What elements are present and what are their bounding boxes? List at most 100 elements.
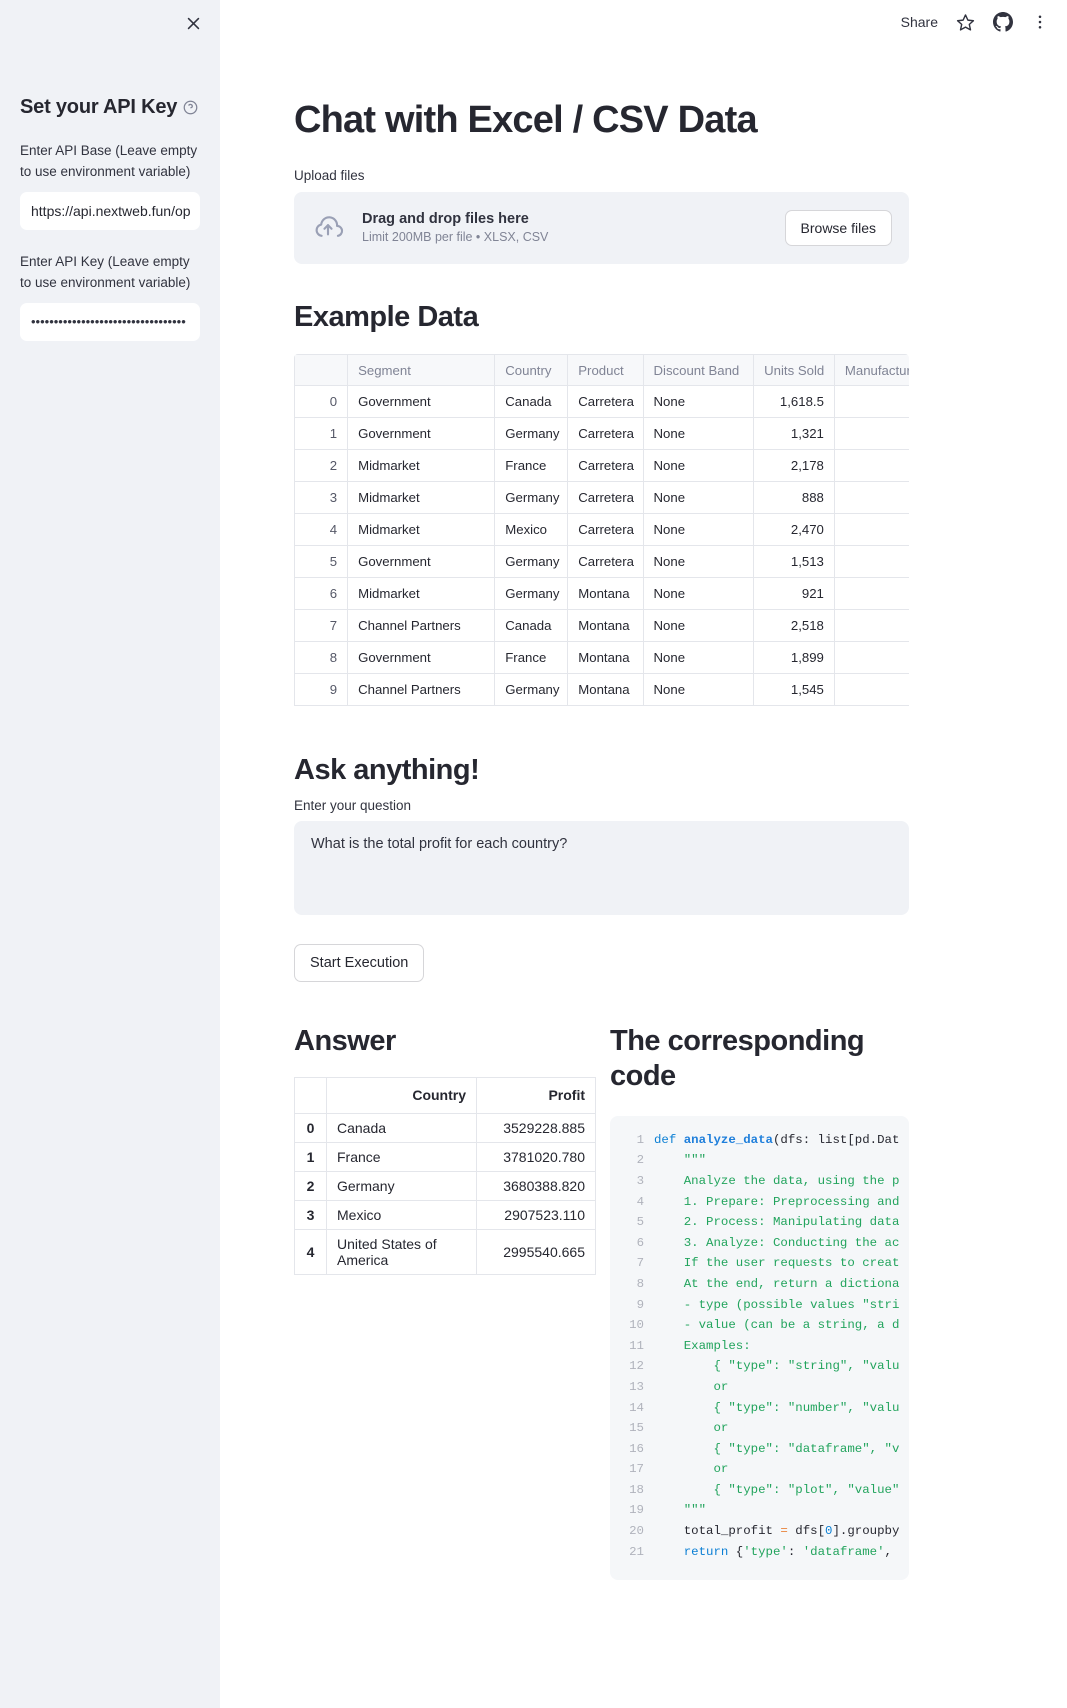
cell-segment: Midmarket [347,481,496,515]
code-line: 14 { "type": "number", "valu [610,1398,909,1419]
col-country[interactable]: Country [494,354,569,387]
answer-cell-profit: 2995540.665 [476,1228,596,1275]
cell-units-sold: 1,545 [753,673,835,707]
col-segment[interactable]: Segment [347,354,496,387]
code-block[interactable]: 1 def analyze_data(dfs: list[pd.Dat 2 """ 3… [610,1115,909,1581]
code-line: 7 If the user requests to creat [610,1253,909,1274]
line-number: 2 [636,1153,644,1168]
cell-manufacturing-price: 5 [833,641,909,675]
more-vertical-icon[interactable] [1031,13,1049,31]
file-dropzone[interactable]: Drag and drop files here Limit 200MB per… [294,191,909,264]
cell-segment: Government [347,417,496,451]
code-line: 19 """ [610,1500,909,1521]
cell-manufacturing-price: 3 [833,449,909,483]
example-header-row: Segment Country Product Discount Band Un… [294,354,909,387]
sidebar-title-text: Set your API Key [20,96,178,118]
line-number: 1 [636,1132,644,1147]
answer-cell-country: Mexico [326,1199,477,1230]
code-line: 21 return {'type': 'dataframe', [610,1542,909,1563]
row-index: 2 [294,449,349,483]
cell-country: Canada [494,609,569,643]
cell-units-sold: 1,618.5 [753,385,835,419]
col-discount-band[interactable]: Discount Band [642,354,755,387]
line-number: 18 [629,1482,644,1497]
cell-manufacturing-price: 3 [833,417,909,451]
answer-cell-country: United States of America [326,1228,477,1275]
code-line: 5 2. Process: Manipulating data [610,1212,909,1233]
row-index: 9 [294,673,349,707]
question-label: Enter your question [294,798,412,814]
line-number: 4 [636,1194,644,1209]
code-line: 2 """ [610,1150,909,1171]
example-data-table-container[interactable]: Segment Country Product Discount Band Un… [294,354,909,717]
github-icon[interactable] [993,12,1013,32]
start-execution-button[interactable]: Start Execution [294,944,425,983]
table-row: 3 Mexico 2907523.110 [294,1199,596,1230]
col-manufacturing-price[interactable]: Manufacturing Price [833,354,909,387]
api-key-input[interactable]: •••••••••••••••••••••••••••••••••• [20,302,200,341]
answer-cell-profit: 2907523.110 [476,1199,596,1230]
cell-country: Germany [494,545,569,579]
cell-units-sold: 1,899 [753,641,835,675]
row-index: 7 [294,609,349,643]
sidebar-title: Set your API Key [20,96,200,119]
cell-product: Montana [567,609,644,643]
cell-units-sold: 888 [753,481,835,515]
star-icon[interactable] [956,13,975,32]
col-product[interactable]: Product [567,354,644,387]
answer-row-index: 3 [294,1199,327,1230]
table-row: 9 Channel Partners Germany Montana None 1,545… [294,673,909,707]
answer-col-profit[interactable]: Profit [476,1076,596,1114]
help-circle-icon[interactable] [183,100,198,115]
cell-manufacturing-price: 5 [833,609,909,643]
line-number: 13 [629,1379,644,1394]
answer-cell-profit: 3680388.820 [476,1170,596,1201]
cell-discount-band: None [642,545,755,579]
cell-manufacturing-price: 3 [833,481,909,515]
answer-col-country[interactable]: Country [326,1076,477,1114]
close-icon[interactable] [178,8,208,38]
code-line: 6 3. Analyze: Conducting the ac [610,1233,909,1254]
line-number: 3 [636,1173,644,1188]
cell-discount-band: None [642,385,755,419]
cell-units-sold: 1,513 [753,545,835,579]
line-number: 12 [629,1359,644,1374]
line-number: 17 [629,1462,644,1477]
row-index: 4 [294,513,349,547]
browse-files-button[interactable]: Browse files [784,209,892,246]
results-row: Answer Country Profit 0 Canada 3529228.885… [294,1024,909,1581]
answer-col-index[interactable] [294,1076,327,1114]
answer-cell-country: Canada [326,1112,477,1143]
cell-discount-band: None [642,673,755,707]
question-input[interactable] [294,821,909,916]
cell-segment: Midmarket [347,449,496,483]
table-row: 3MidmarketGermanyCarreteraNone8883 [294,481,909,515]
table-row: 6MidmarketGermanyMontanaNone9215 [294,577,909,611]
answer-cell-profit: 3529228.885 [476,1112,596,1143]
answer-table: Country Profit 0 Canada 3529228.885 1 France… [294,1076,596,1275]
col-index[interactable] [294,354,349,387]
code-line: 8 At the end, return a dictiona [610,1274,909,1295]
cell-country: France [494,641,569,675]
cell-manufacturing-price: 5 [833,577,909,611]
cell-discount-band: None [642,513,755,547]
line-number: 14 [629,1400,644,1415]
api-base-input[interactable]: https://api.nextweb.fun/op [20,191,200,230]
table-row: 0 Canada 3529228.885 [294,1112,596,1143]
cell-country: Mexico [494,513,569,547]
api-key-label: Enter API Key (Leave empty to use enviro… [20,253,191,290]
col-units-sold[interactable]: Units Sold [753,354,835,387]
cell-manufacturing-price: 3 [833,513,909,547]
cell-country: Canada [494,385,569,419]
page-content: Chat with Excel / CSV Data Upload files … [294,0,909,1581]
row-index: 0 [294,385,349,419]
app-root: Set your API Key Enter API Base (Leave e… [0,0,1067,1708]
example-data-heading: Example Data [294,300,479,333]
code-line: 11 Examples: [610,1336,909,1357]
table-row: 2MidmarketFranceCarreteraNone2,1783 [294,449,909,483]
code-line: 20 total_profit = dfs[0].groupby [610,1521,909,1542]
cell-manufacturing-price: 3 [833,385,909,419]
code-line: 12 { "type": "string", "valu [610,1356,909,1377]
line-number: 9 [636,1297,644,1312]
line-number: 15 [629,1421,644,1436]
